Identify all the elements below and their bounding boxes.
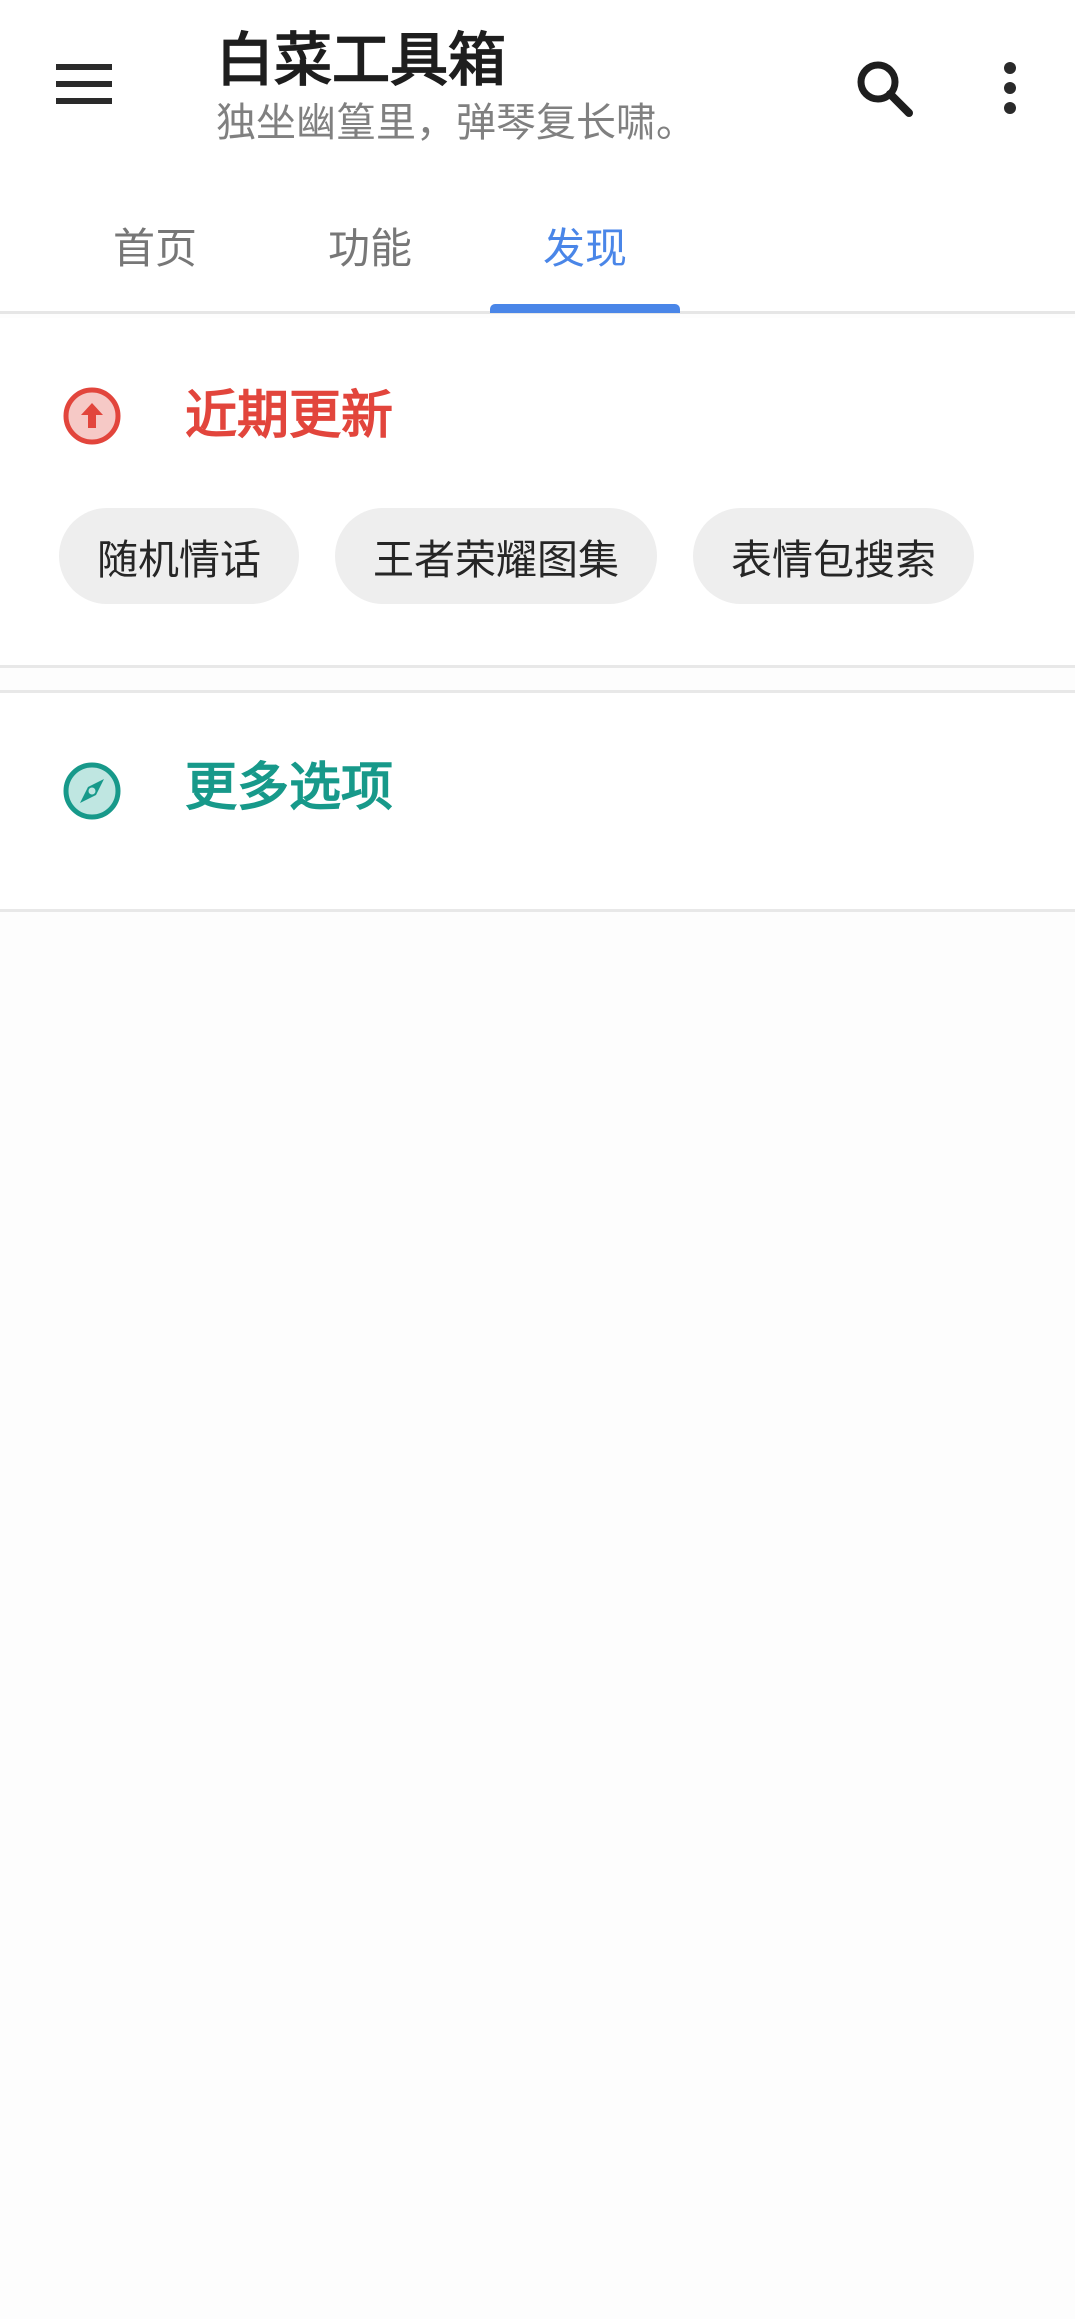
arrow-up-circle-icon [63, 387, 121, 445]
more-vert-icon [1004, 62, 1016, 114]
discover-screen: 白菜工具箱 独坐幽篁里，弹琴复长啸。 首页 功能 发现 近期更新 随机情话 王者… [0, 0, 1075, 2319]
app-subtitle: 独坐幽篁里，弹琴复长啸。 [216, 100, 696, 146]
chip-random-love-quotes[interactable]: 随机情话 [59, 508, 299, 604]
title-block: 白菜工具箱 独坐幽篁里，弹琴复长啸。 [216, 24, 816, 150]
menu-button[interactable] [36, 44, 132, 124]
chip-honor-of-kings-gallery[interactable]: 王者荣耀图集 [335, 508, 657, 604]
search-icon [857, 61, 913, 117]
recent-updates-section: 近期更新 随机情话 王者荣耀图集 表情包搜索 [0, 318, 1075, 668]
app-title: 白菜工具箱 [216, 26, 507, 94]
more-options-title: 更多选项 [185, 758, 394, 818]
tab-bar: 首页 功能 发现 [0, 180, 1075, 314]
tab-home[interactable]: 首页 [85, 180, 225, 311]
active-tab-indicator [490, 304, 680, 313]
recent-chip-row: 随机情话 王者荣耀图集 表情包搜索 [59, 508, 974, 604]
chip-sticker-search[interactable]: 表情包搜索 [693, 508, 974, 604]
tab-functions[interactable]: 功能 [300, 180, 440, 311]
tab-discover[interactable]: 发现 [515, 180, 655, 311]
more-options-button[interactable] [966, 44, 1054, 132]
recent-updates-title: 近期更新 [185, 386, 394, 446]
compass-icon [63, 762, 121, 820]
more-options-section[interactable]: 更多选项 [0, 690, 1075, 912]
menu-icon [56, 64, 112, 104]
app-bar: 白菜工具箱 独坐幽篁里，弹琴复长啸。 [0, 0, 1075, 180]
search-button[interactable] [840, 44, 928, 132]
